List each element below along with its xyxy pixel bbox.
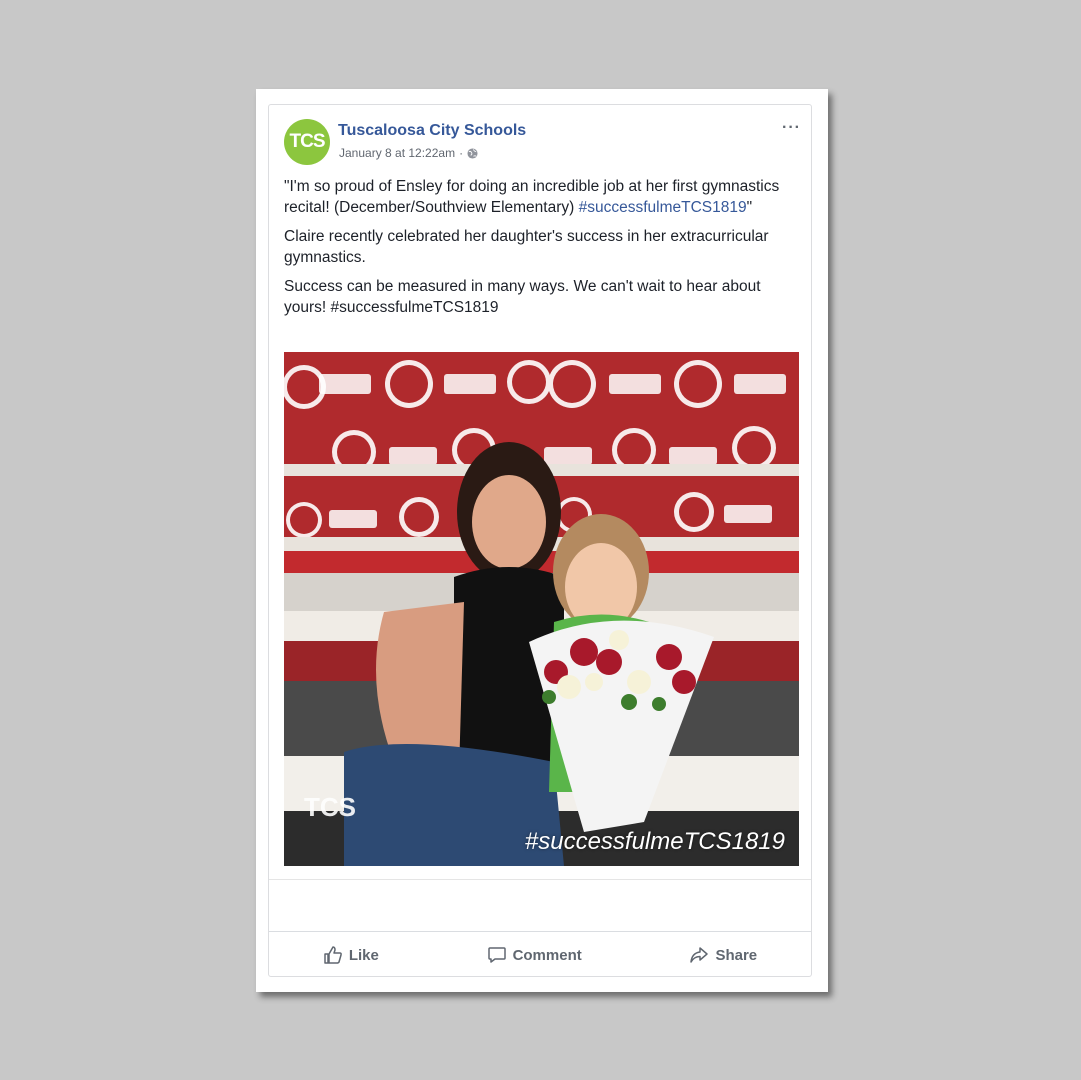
- hashtag-link[interactable]: #successfulmeTCS1819: [579, 199, 747, 216]
- post-timestamp[interactable]: January 8 at 12:22am: [339, 146, 455, 160]
- quote-end: ": [746, 199, 753, 216]
- post-text: "I'm so proud of Ensley for doing an inc…: [284, 176, 804, 326]
- comment-label: Comment: [512, 946, 582, 964]
- page-avatar[interactable]: TCS: [284, 119, 330, 165]
- more-options-icon[interactable]: ···: [782, 119, 801, 137]
- page-name-link[interactable]: Tuscaloosa City Schools: [338, 122, 526, 140]
- photo-hashtag-overlay: #successfulmeTCS1819: [524, 828, 785, 855]
- post-paragraph-1: "I'm so proud of Ensley for doing an inc…: [284, 176, 804, 218]
- share-label: Share: [715, 946, 758, 964]
- share-icon: [690, 947, 709, 963]
- like-button[interactable]: Like: [323, 945, 379, 965]
- post-paragraph-3: Success can be measured in many ways. We…: [284, 278, 761, 316]
- share-button[interactable]: Share: [689, 945, 757, 965]
- reactions-bar: [269, 879, 811, 932]
- photo-illustration: [284, 352, 799, 866]
- like-icon: [324, 946, 342, 964]
- post-paper: TCS Tuscaloosa City Schools January 8 at…: [256, 89, 828, 992]
- comment-icon: [487, 947, 506, 963]
- facebook-post-card: TCS Tuscaloosa City Schools January 8 at…: [268, 104, 812, 977]
- meta-separator: ·: [459, 146, 464, 160]
- post-meta: January 8 at 12:22am ·: [339, 146, 478, 160]
- avatar-logo-text: TCS: [289, 131, 326, 152]
- like-label: Like: [348, 946, 379, 964]
- post-actions: Like Comment Share: [269, 931, 811, 978]
- globe-icon: [467, 147, 478, 159]
- comment-button[interactable]: Comment: [487, 945, 582, 965]
- tcs-watermark: TCS: [304, 792, 356, 822]
- post-photo[interactable]: TCS #successfulmeTCS1819: [284, 352, 799, 866]
- post-paragraph-2: Claire recently celebrated her daughter'…: [284, 228, 769, 266]
